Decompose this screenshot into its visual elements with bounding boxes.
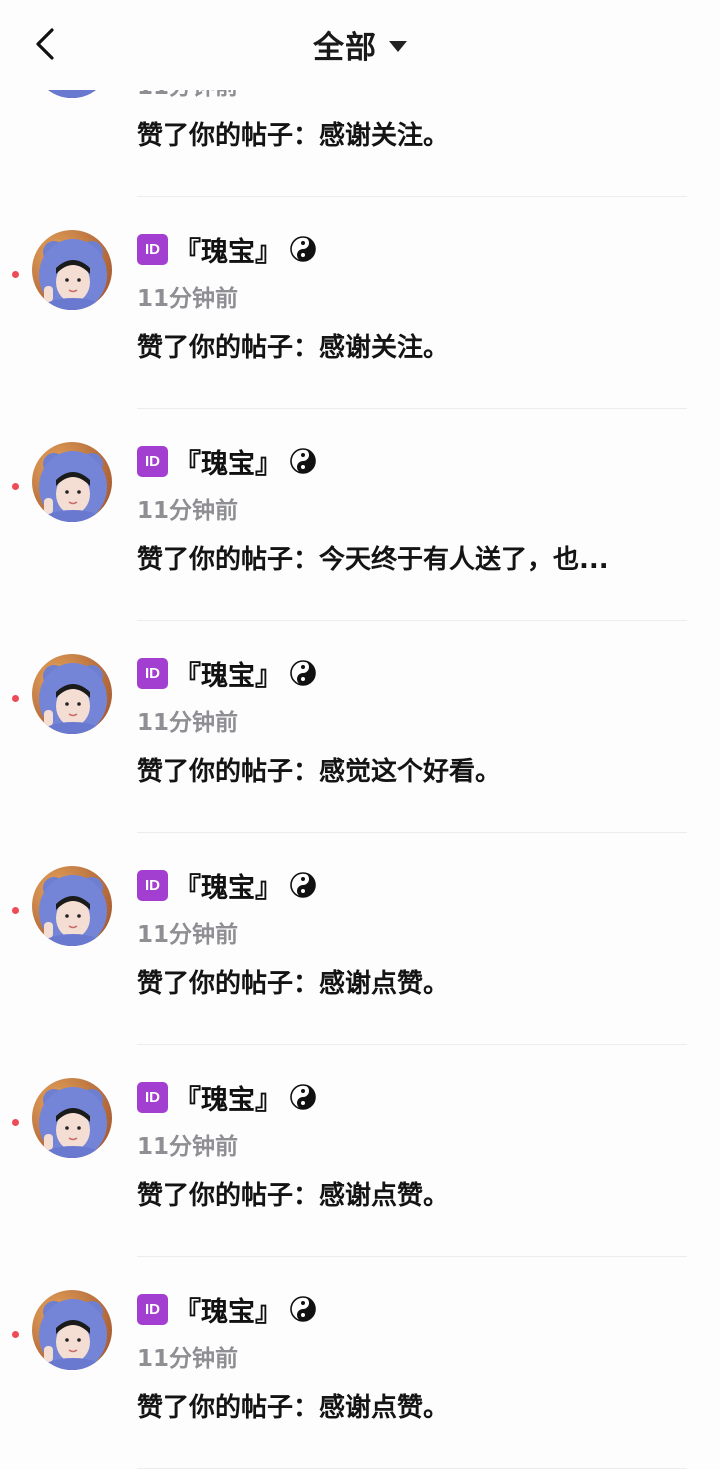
id-emoji-icon: ID bbox=[137, 1081, 168, 1113]
top-bar: 全部 bbox=[0, 0, 720, 90]
timestamp: 11分钟前 bbox=[137, 498, 239, 524]
notification-message: 赞了你的帖子：感觉这个好看。 bbox=[137, 757, 502, 787]
filter-dropdown[interactable]: 全部 bbox=[0, 22, 720, 67]
unread-dot bbox=[12, 483, 19, 490]
notification-message: 赞了你的帖子：今天终于有人送了，也... bbox=[137, 545, 609, 575]
avatar[interactable] bbox=[32, 1290, 112, 1370]
username-label: 『瑰宝』 bbox=[174, 1296, 282, 1328]
unread-dot bbox=[12, 1331, 19, 1338]
timestamp: 11分钟前 bbox=[137, 922, 239, 948]
id-emoji-icon: ID bbox=[137, 445, 168, 477]
notification-message: 赞了你的帖子：感谢点赞。 bbox=[137, 1393, 450, 1423]
unread-dot bbox=[12, 1119, 19, 1126]
list-item[interactable]: ID 『瑰宝』 11分钟前 赞了你的帖子：感谢点赞。 bbox=[0, 833, 720, 1045]
list-item[interactable]: ID 『瑰宝』 11分钟前 赞了你的帖子：感谢关注。 bbox=[0, 197, 720, 409]
timestamp: 11分钟前 bbox=[137, 710, 239, 736]
yin-yang-icon bbox=[290, 236, 316, 262]
username[interactable]: ID 『瑰宝』 bbox=[137, 655, 316, 692]
unread-dot bbox=[12, 695, 19, 702]
list-item[interactable]: ID 『瑰宝』 11分钟前 赞了你的帖子：感谢点赞。 bbox=[0, 1045, 720, 1257]
list-item[interactable]: ID 『瑰宝』 11分钟前 赞了你的帖子：感谢点赞。 bbox=[0, 1257, 720, 1469]
notification-message: 赞了你的帖子：感谢关注。 bbox=[137, 333, 450, 363]
notification-message: 赞了你的帖子：感谢关注。 bbox=[137, 121, 450, 151]
username[interactable]: ID 『瑰宝』 bbox=[137, 1079, 316, 1116]
avatar[interactable] bbox=[32, 866, 112, 946]
notification-message: 赞了你的帖子：感谢点赞。 bbox=[137, 969, 450, 999]
yin-yang-icon bbox=[290, 660, 316, 686]
timestamp: 11分钟前 bbox=[137, 1134, 239, 1160]
page-title: 全部 bbox=[313, 30, 377, 66]
timestamp: 11分钟前 bbox=[137, 286, 239, 312]
avatar[interactable] bbox=[32, 654, 112, 734]
id-emoji-icon: ID bbox=[137, 657, 168, 689]
username[interactable]: ID 『瑰宝』 bbox=[137, 1291, 316, 1328]
avatar[interactable] bbox=[32, 442, 112, 522]
username[interactable]: ID 『瑰宝』 bbox=[137, 867, 316, 904]
id-emoji-icon: ID bbox=[137, 1293, 168, 1325]
list-item[interactable]: ID 『瑰宝』 11分钟前 赞了你的帖子：感觉这个好看。 bbox=[0, 621, 720, 833]
notification-message: 赞了你的帖子：感谢点赞。 bbox=[137, 1181, 450, 1211]
avatar[interactable] bbox=[32, 1078, 112, 1158]
yin-yang-icon bbox=[290, 1296, 316, 1322]
id-emoji-icon: ID bbox=[137, 869, 168, 901]
avatar[interactable] bbox=[32, 230, 112, 310]
timestamp: 11分钟前 bbox=[137, 1346, 239, 1372]
unread-dot bbox=[12, 271, 19, 278]
unread-dot bbox=[12, 907, 19, 914]
list-item[interactable]: ID 『瑰宝』 11分钟前 赞了你的帖子：今天终于有人送了，也... bbox=[0, 409, 720, 621]
caret-down-icon bbox=[389, 41, 407, 52]
id-emoji-icon: ID bbox=[137, 233, 168, 265]
username[interactable]: ID 『瑰宝』 bbox=[137, 231, 316, 268]
username-label: 『瑰宝』 bbox=[174, 1084, 282, 1116]
username[interactable]: ID 『瑰宝』 bbox=[137, 443, 316, 480]
username-label: 『瑰宝』 bbox=[174, 660, 282, 692]
username-label: 『瑰宝』 bbox=[174, 872, 282, 904]
username-label: 『瑰宝』 bbox=[174, 448, 282, 480]
yin-yang-icon bbox=[290, 872, 316, 898]
yin-yang-icon bbox=[290, 448, 316, 474]
username-label: 『瑰宝』 bbox=[174, 236, 282, 268]
yin-yang-icon bbox=[290, 1084, 316, 1110]
